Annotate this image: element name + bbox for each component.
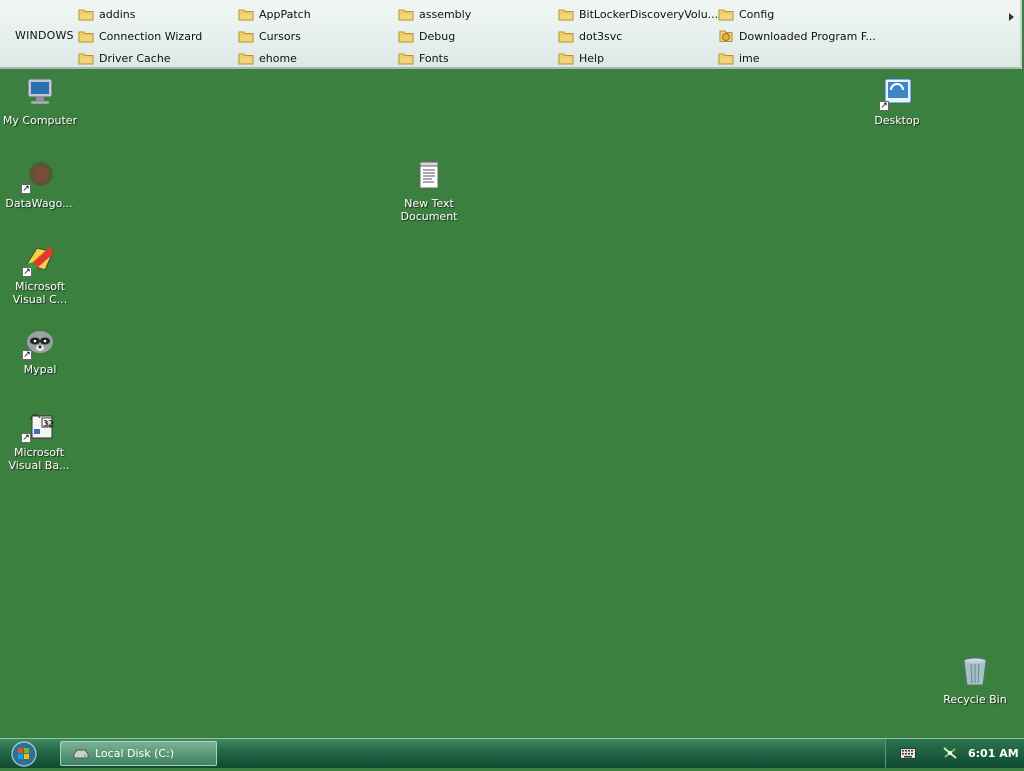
toolbar-item-ehome[interactable]: ehome [238,49,297,67]
folder-icon [238,53,254,64]
toolbar-item-addins[interactable]: addins [78,5,135,23]
toolbar-item-label: Help [579,51,605,65]
folder-icon [558,31,574,42]
shortcut-arrow-icon: ↗ [22,350,32,360]
toolbar-item-label: ime [739,51,760,65]
start-button[interactable] [5,740,43,768]
shortcut-arrow-icon: ↗ [21,433,31,443]
toolbar-item-assembly[interactable]: assembly [398,5,471,23]
toolbar-item-label: Config [739,7,775,21]
text-document-icon [412,159,446,193]
visual-c-icon: ↗ [22,242,57,277]
network-icon[interactable] [942,746,958,760]
shortcut-arrow-icon: ↗ [879,101,889,111]
taskbar: Local Disk (C:) 6:01 AM [0,738,1024,768]
datawagon-icon: ↗ [21,159,56,194]
desktop-icon-label: My Computer [2,114,78,127]
toolbar-item-label: ehome [259,51,297,65]
desktop-icon-mypal[interactable]: ↗ Mypal [0,325,81,376]
toolbar-item-label: AppPatch [259,7,311,21]
desktop-icon-label: DataWago... [5,197,73,210]
toolbar-item-cursors[interactable]: Cursors [238,27,301,45]
toolbar-item-label: BitLockerDiscoveryVolu... [579,7,719,21]
toolbar-item-debug[interactable]: Debug [398,27,455,45]
toolbar-item-dot3svc[interactable]: dot3svc [558,27,622,45]
folder-icon [78,9,94,20]
desktop-icon-label: Desktop [874,114,920,127]
toolbar-item-label: addins [99,7,136,21]
toolbar-item-downloaded-program-files[interactable]: Downloaded Program F... [718,27,876,45]
folder-icon [78,31,94,42]
desktop-icon-desktop-shortcut[interactable]: ↗ Desktop [856,76,938,127]
toolbar-item-ime[interactable]: ime [718,49,760,67]
shortcut-arrow-icon: ↗ [21,184,31,194]
shortcut-arrow-icon: ↗ [22,267,32,277]
toolbar-item-apppatch[interactable]: AppPatch [238,5,311,23]
folder-icon [558,9,574,20]
desktop-icon-label: Microsoft Visual C... [12,280,68,306]
desktop-icon-new-text-document[interactable]: New Text Document [388,159,470,223]
desktop-icon-label: Recycle Bin [943,693,1007,706]
drive-icon [73,749,89,758]
special-folder-icon [719,30,733,42]
desktop-shortcut-icon: ↗ [879,76,914,111]
folder-icon [238,31,254,42]
taskbar-button-local-disk[interactable]: Local Disk (C:) [60,741,217,766]
recycle-bin-icon [958,655,992,689]
toolbar-item-connection-wizard[interactable]: Connection Wizard [78,27,202,45]
folder-icon [558,53,574,64]
folder-icon [78,53,94,64]
computer-icon [23,76,57,110]
desktop-icon-label: New Text Document [400,197,458,223]
toolbar-item-help[interactable]: Help [558,49,604,67]
keyboard-icon[interactable] [900,748,916,759]
raccoon-icon: ↗ [22,325,57,360]
toolbar-item-label: Debug [419,29,456,43]
desktop-icon-label: Microsoft Visual Ba... [8,446,70,472]
windows-orb-icon [11,741,37,767]
desktop-icon-microsoft-visual-basic[interactable]: 32 ↗ Microsoft Visual Ba... [0,408,80,472]
system-tray: 6:01 AM [885,739,1024,768]
toolbar-item-driver-cache[interactable]: Driver Cache [78,49,171,67]
desktop-icon-label: Mypal [23,363,57,376]
toolbar-item-label: Driver Cache [99,51,171,65]
folder-icon [718,53,734,64]
folder-icon [398,31,414,42]
svg-text:32: 32 [43,419,53,428]
toolbar-item-fonts[interactable]: Fonts [398,49,449,67]
folder-icon [238,9,254,20]
visual-basic-icon: 32 ↗ [21,408,56,443]
toolbar-item-label: dot3svc [579,29,623,43]
desktop-icon-microsoft-visual-c[interactable]: ↗ Microsoft Visual C... [0,242,81,306]
toolbar-item-label: Cursors [259,29,301,43]
desktop-icon-datawagon[interactable]: ↗ DataWago... [0,159,80,210]
toolbar-item-config[interactable]: Config [718,5,774,23]
folder-toolbar: WINDOWS addins AppPatch assembly BitLock… [0,0,1022,69]
toolbar-item-label: Fonts [419,51,449,65]
folder-icon [718,9,734,20]
folder-icon [398,9,414,20]
desktop-icon-my-computer[interactable]: My Computer [0,76,81,127]
folder-icon [398,53,414,64]
clock[interactable]: 6:01 AM [968,747,1019,760]
toolbar-item-bitlocker[interactable]: BitLockerDiscoveryVolu... [558,5,718,23]
toolbar-item-label: Downloaded Program F... [739,29,876,43]
toolbar-overflow-arrow-icon[interactable] [1009,13,1014,21]
taskbar-button-label: Local Disk (C:) [95,747,175,760]
desktop-icon-recycle-bin[interactable]: Recycle Bin [934,655,1016,706]
toolbar-title: WINDOWS [15,29,74,42]
toolbar-item-label: assembly [419,7,472,21]
toolbar-item-label: Connection Wizard [99,29,203,43]
